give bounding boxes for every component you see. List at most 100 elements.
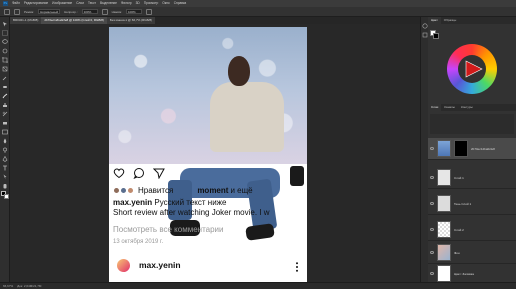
clone-stamp-tool-icon[interactable] (2, 102, 8, 108)
post-date: 13 октября 2019 г. (113, 239, 164, 245)
visibility-eye-icon[interactable] (430, 251, 434, 254)
layer-row[interactable]: Слой 1 (428, 167, 516, 189)
layer-row[interactable]: Фон (428, 242, 516, 264)
photoshop-logo: Ps (3, 1, 8, 6)
liker-avatar (127, 187, 134, 194)
tab-swatches[interactable]: Образцы (441, 17, 460, 24)
tab-document-1[interactable]: BR0321-1 (RGB/8) (10, 17, 42, 24)
layer-name[interactable]: Цвет: Заливка (454, 272, 474, 276)
lasso-tool-icon[interactable] (2, 39, 8, 45)
crop-tool-icon[interactable] (2, 57, 8, 63)
layer-name[interactable]: Слой 2 (454, 228, 464, 232)
move-tool-icon[interactable] (2, 21, 8, 27)
likes-name[interactable]: moment (197, 186, 228, 195)
document-size: Док: 2,64M/21,7M (17, 284, 42, 288)
color-panel-tabs: Цвет Образцы (428, 17, 516, 24)
layer-thumbnail (437, 169, 451, 186)
tab-document-3[interactable]: Без имени-1 @ 66,7% (RGB/8) (106, 17, 156, 24)
home-icon[interactable] (4, 8, 10, 15)
visibility-eye-icon[interactable] (430, 228, 434, 231)
eyedropper-tool-icon[interactable] (2, 75, 8, 81)
visibility-eye-icon[interactable] (430, 176, 434, 179)
layer-name[interactable]: 2b70ec12ba0cfe8 (471, 147, 495, 151)
more-options-icon[interactable] (296, 262, 298, 272)
person-shoe-top (290, 166, 304, 186)
options-bar: Режим: Нормальный Непрозр.: 100% Нажим: … (0, 7, 516, 17)
hand-tool-icon[interactable] (2, 183, 8, 189)
visibility-eye-icon[interactable] (430, 202, 434, 205)
view-comments-link[interactable]: Посмотреть все комментарии (113, 225, 223, 234)
pressure-opacity-icon[interactable] (101, 8, 108, 15)
menu-image[interactable]: Изображение (52, 0, 72, 7)
path-select-tool-icon[interactable] (2, 174, 8, 180)
profile-username[interactable]: max.yenin (139, 260, 181, 270)
tab-layers[interactable]: Слои (428, 104, 442, 111)
layer-name[interactable]: Фон (454, 251, 460, 255)
tab-channels[interactable]: Каналы (441, 104, 458, 111)
avatar[interactable] (116, 258, 131, 273)
background-color-swatch[interactable] (4, 194, 9, 199)
zoom-level[interactable]: 66,67% (3, 284, 13, 288)
layer-thumbnail (437, 244, 451, 261)
document-canvas[interactable] (109, 27, 307, 286)
mode-label: Режим: (24, 9, 35, 14)
caption-username[interactable]: max.yenin (113, 198, 152, 207)
menu-help[interactable]: Справка (174, 0, 187, 7)
layer-thumbnail (437, 265, 451, 282)
menu-select[interactable]: Выделение (100, 0, 117, 7)
layer-row[interactable]: 2b70ec12ba0cfe8 (428, 138, 516, 160)
menu-layers[interactable]: Слои (76, 0, 84, 7)
quick-select-tool-icon[interactable] (2, 48, 8, 54)
brush-tool-icon[interactable] (2, 93, 8, 99)
menu-type[interactable]: Текст (88, 0, 96, 7)
liker-avatar (120, 187, 127, 194)
color-panel-background-swatch[interactable] (433, 33, 439, 39)
tab-document-2[interactable]: 2b70ec12ba0cfe8 @ 100% (Слой 0, RGB/8) (41, 17, 107, 24)
share-icon[interactable] (153, 167, 165, 179)
mode-select[interactable]: Нормальный (38, 9, 61, 14)
tab-color[interactable]: Цвет (428, 17, 441, 24)
marquee-tool-icon[interactable] (2, 30, 8, 36)
tools-panel (0, 17, 10, 282)
color-triangle[interactable] (462, 58, 484, 80)
pen-tool-icon[interactable] (2, 156, 8, 162)
blur-tool-icon[interactable] (2, 138, 8, 144)
opacity-label: Непрозр.: (64, 9, 78, 14)
caption-line-2: Short review after watching Joker movie.… (113, 208, 270, 217)
history-brush-tool-icon[interactable] (2, 111, 8, 117)
tab-paths[interactable]: Контуры (458, 104, 476, 111)
frame-tool-icon[interactable] (2, 66, 8, 72)
flow-label: Нажим: (111, 9, 122, 14)
menu-window[interactable]: Окно (162, 0, 169, 7)
layer-thumbnail (437, 195, 451, 212)
layer-name[interactable]: Тень Слой 1 (454, 202, 471, 206)
layer-row[interactable]: Слой 2 (428, 219, 516, 241)
caption-text: Русский текст ниже (154, 198, 227, 207)
layer-row[interactable]: Тень Слой 1 (428, 193, 516, 215)
likes-row: Нравится moment и ещё (113, 186, 303, 195)
document-tabs: BR0321-1 (RGB/8) 2b70ec12ba0cfe8 @ 100% … (10, 17, 420, 24)
dodge-tool-icon[interactable] (2, 147, 8, 153)
brush-preset-icon[interactable] (14, 8, 20, 15)
visibility-eye-icon[interactable] (430, 147, 434, 150)
healing-brush-tool-icon[interactable] (2, 84, 8, 90)
menu-view[interactable]: Просмотр (144, 0, 159, 7)
comment-icon[interactable] (133, 167, 145, 179)
heart-icon[interactable] (113, 167, 125, 179)
menu-file[interactable]: Файл (12, 0, 20, 7)
airbrush-icon[interactable] (146, 8, 152, 15)
visibility-eye-icon[interactable] (430, 272, 434, 275)
menu-filter[interactable]: Фильтр (121, 0, 132, 7)
menu-edit[interactable]: Редактирование (24, 0, 48, 7)
menu-3d[interactable]: 3D (136, 0, 140, 7)
opacity-field[interactable]: 100% (81, 9, 98, 14)
type-tool-icon[interactable] (2, 165, 8, 171)
layer-name[interactable]: Слой 1 (454, 176, 464, 180)
layers-options (430, 114, 514, 134)
gradient-tool-icon[interactable] (2, 129, 8, 135)
eraser-tool-icon[interactable] (2, 120, 8, 126)
panel-icon-strip (420, 17, 428, 282)
post-caption: max.yenin Русский текст ниже Short revie… (113, 198, 303, 218)
flow-field[interactable]: 100% (126, 9, 142, 14)
layer-thumbnail (437, 221, 451, 238)
